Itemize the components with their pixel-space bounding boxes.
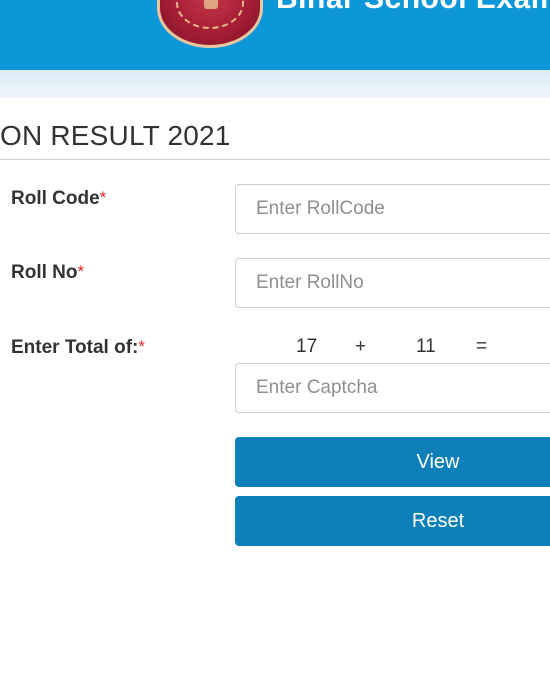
roll-code-label: Roll Code*	[11, 188, 106, 210]
captcha-label-text: Enter Total of:	[11, 337, 139, 358]
captcha-number-2: 11	[416, 336, 436, 357]
roll-no-label: Roll No*	[11, 262, 84, 284]
captcha-operator: +	[355, 336, 367, 357]
reset-button[interactable]: Reset	[235, 496, 550, 546]
view-button-label: View	[416, 451, 460, 473]
emblem-figure-icon	[204, 0, 218, 9]
site-title: Bihar School Exami	[276, 0, 550, 16]
bseb-emblem-logo	[157, 0, 263, 48]
view-button[interactable]: View	[235, 437, 550, 487]
roll-no-input[interactable]	[235, 258, 550, 308]
required-mark: *	[99, 188, 107, 207]
roll-code-input[interactable]	[235, 184, 550, 234]
captcha-equals: =	[476, 336, 488, 357]
captcha-number-1: 17	[296, 336, 318, 357]
captcha-label: Enter Total of:*	[11, 337, 145, 359]
title-divider	[0, 159, 550, 160]
captcha-input[interactable]	[235, 363, 550, 413]
page-title: ON RESULT 2021	[0, 120, 231, 151]
required-mark: *	[77, 262, 85, 281]
header-subband	[0, 70, 550, 98]
site-header: Bihar School Exami	[0, 0, 550, 70]
roll-code-label-text: Roll Code	[11, 188, 100, 209]
required-mark: *	[138, 337, 145, 356]
roll-no-label-text: Roll No	[11, 262, 78, 283]
reset-button-label: Reset	[411, 510, 465, 532]
